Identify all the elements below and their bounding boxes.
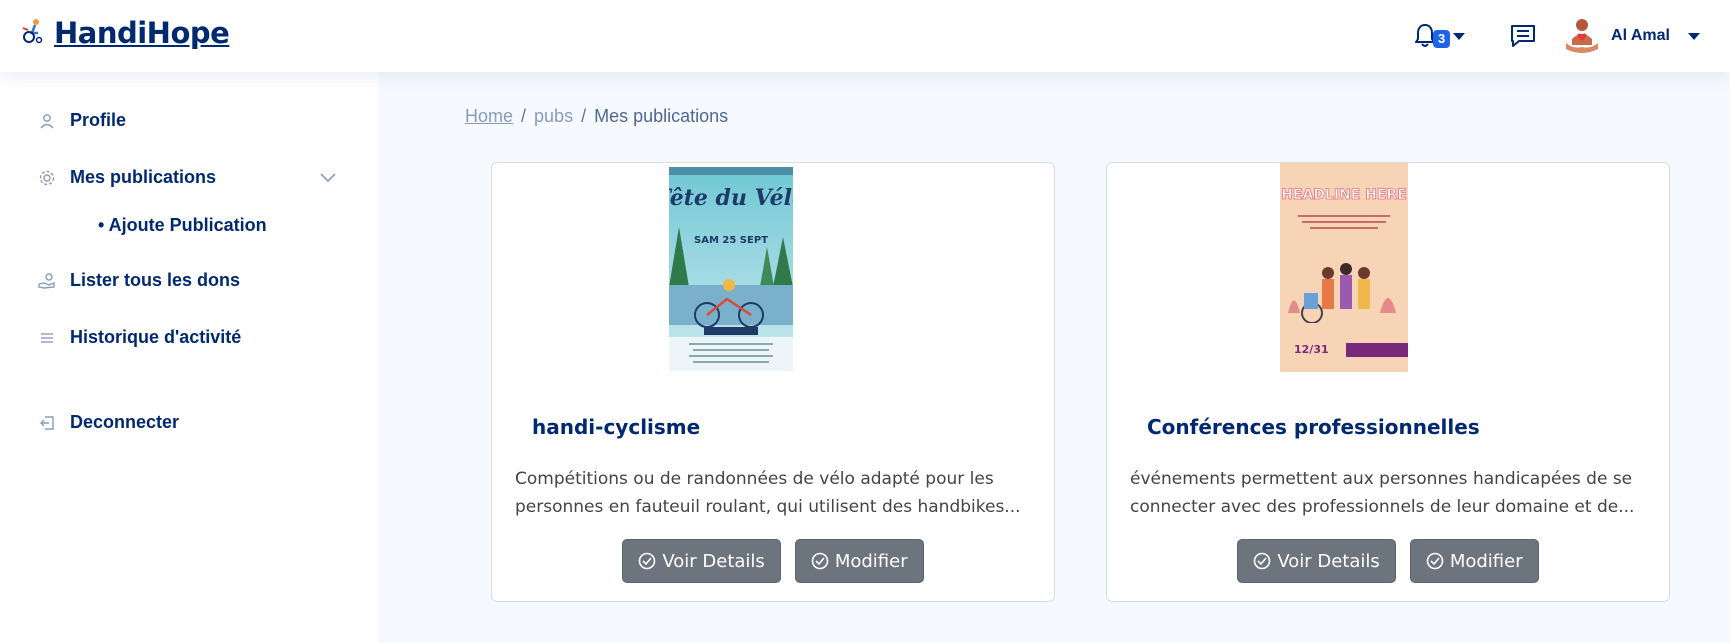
card-description: événements permettent aux personnes hand…: [1130, 469, 1635, 517]
button-label: Voir Details: [1277, 550, 1380, 572]
publication-card: HEADLINE HERE 12/31 Conférences professi…: [1106, 162, 1670, 602]
notifications-button[interactable]: 3: [1405, 16, 1451, 56]
voir-details-button[interactable]: Voir Details: [1237, 539, 1396, 583]
avatar-icon: [1566, 19, 1599, 53]
notification-count-badge: 3: [1433, 30, 1451, 48]
poster-title-text: Fête du Vélo: [669, 185, 793, 211]
breadcrumb-current: Mes publications: [594, 106, 729, 126]
check-circle-icon: [639, 552, 656, 570]
poster-date-text: 12/31: [1294, 343, 1329, 356]
chat-icon: [1511, 25, 1536, 47]
donation-hand-icon: [38, 272, 56, 290]
button-label: Modifier: [1449, 550, 1523, 572]
card-title: handi-cyclisme: [532, 415, 701, 439]
sidebar-item-lister-dons[interactable]: Lister tous les dons: [38, 270, 240, 291]
user-menu-caret-icon[interactable]: [1688, 32, 1700, 40]
voir-details-button[interactable]: Voir Details: [622, 539, 781, 583]
button-label: Modifier: [834, 550, 908, 572]
check-circle-icon: [1426, 552, 1444, 570]
breadcrumb-home-link[interactable]: Home: [465, 106, 513, 127]
top-header: HandiHope 3 Al Amal: [0, 0, 1730, 72]
sidebar-item-label: Lister tous les dons: [70, 270, 241, 290]
sidebar-item-historique[interactable]: Historique d'activité: [38, 327, 241, 348]
poster-date-text: SAM 25 SEPT: [694, 235, 768, 246]
logo-icon: [20, 18, 44, 49]
card-title: Conférences professionnelles: [1147, 415, 1480, 439]
brand-name[interactable]: HandiHope: [54, 16, 230, 50]
publication-image: Fête du Vélo SAM 25 SEPT: [654, 167, 807, 376]
list-icon: [38, 329, 56, 347]
logout-icon: [38, 414, 56, 432]
card-description: Compétitions ou de randonnées de vélo ad…: [515, 469, 1021, 517]
notifications-caret-icon[interactable]: [1453, 32, 1466, 40]
breadcrumb-separator: /: [521, 106, 527, 126]
sidebar-item-label: Mes publications: [70, 167, 217, 187]
breadcrumb-separator: /: [581, 106, 587, 126]
gear-icon: [38, 169, 56, 187]
poster-title-text: HEADLINE HERE: [1281, 187, 1407, 203]
button-label: Voir Details: [662, 550, 765, 572]
person-icon: [38, 112, 56, 130]
sidebar-item-label: Profile: [70, 110, 127, 130]
messages-button[interactable]: [1505, 18, 1541, 54]
sidebar-subitem-ajoute-publication[interactable]: • Ajoute Publication: [98, 215, 267, 236]
breadcrumb: Home / pubs / Mes publications: [465, 106, 728, 127]
sidebar-item-deconnecter[interactable]: Deconnecter: [38, 412, 179, 433]
avatar[interactable]: [1561, 15, 1603, 57]
user-name[interactable]: Al Amal: [1611, 27, 1670, 45]
brand-logo-link[interactable]: HandiHope: [20, 16, 230, 50]
check-circle-icon: [1254, 552, 1271, 570]
publication-image: HEADLINE HERE 12/31: [1280, 163, 1408, 377]
chevron-down-icon[interactable]: [320, 170, 336, 188]
sidebar: Profile Mes publications • Ajoute Public…: [0, 72, 378, 643]
modifier-button[interactable]: Modifier: [794, 539, 924, 583]
modifier-button[interactable]: Modifier: [1409, 539, 1539, 583]
sidebar-item-mes-publications[interactable]: Mes publications: [38, 167, 216, 188]
breadcrumb-pubs: pubs: [534, 106, 574, 126]
check-circle-icon: [811, 552, 829, 570]
sidebar-item-label: Historique d'activité: [70, 327, 242, 347]
sidebar-item-label: Deconnecter: [70, 412, 180, 432]
publication-card: Fête du Vélo SAM 25 SEPT handi-cyclisme …: [491, 162, 1055, 602]
sidebar-item-profile[interactable]: Profile: [38, 110, 126, 131]
